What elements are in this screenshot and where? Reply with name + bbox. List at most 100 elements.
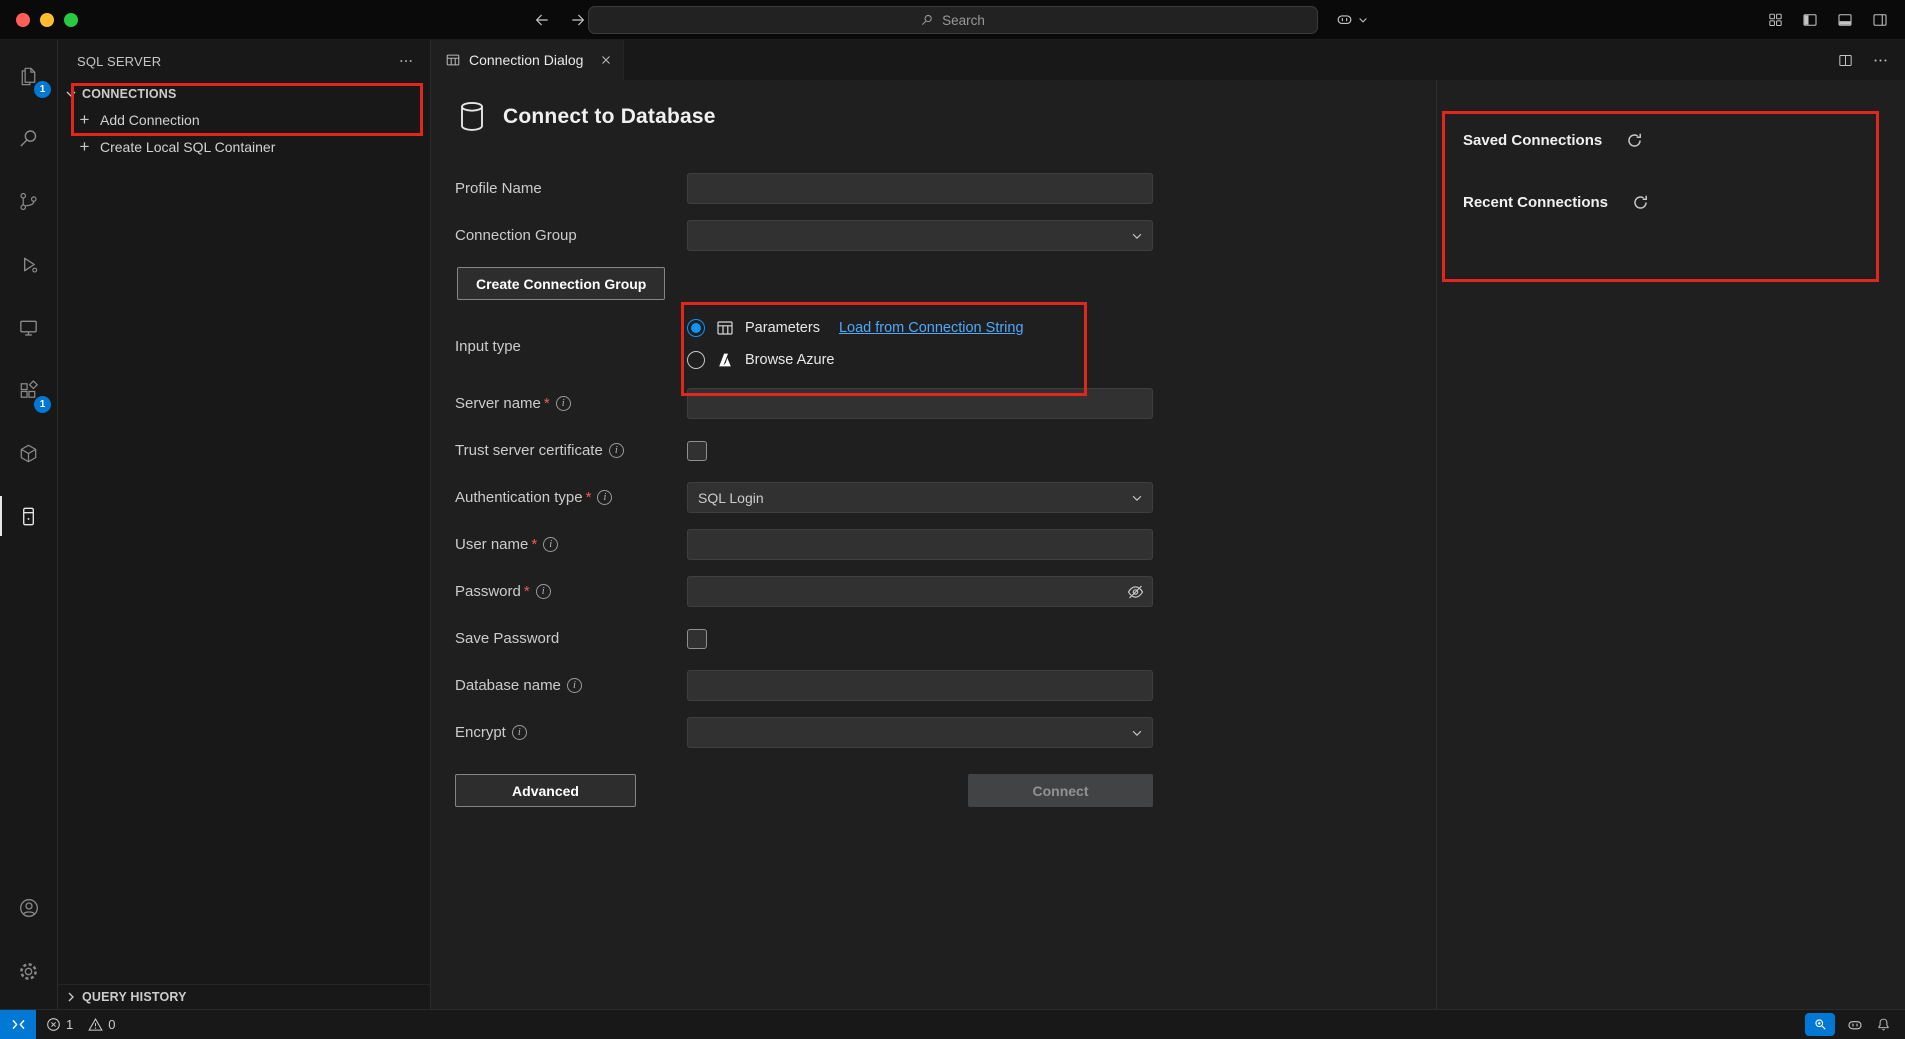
input-type-label: Input type (455, 334, 687, 355)
profile-name-input[interactable] (687, 173, 1153, 204)
info-icon[interactable]: i (597, 490, 612, 505)
create-connection-group-button[interactable]: Create Connection Group (457, 267, 665, 300)
activity-item-accounts[interactable] (0, 883, 57, 933)
plus-icon: + (78, 138, 91, 155)
required-marker: * (531, 536, 537, 553)
advanced-button[interactable]: Advanced (455, 774, 636, 807)
remote-indicator[interactable] (0, 1010, 36, 1039)
package-cube-icon (17, 442, 40, 465)
activity-item-sql-server[interactable] (0, 491, 57, 541)
forward-arrow-icon[interactable] (569, 11, 587, 29)
refresh-icon[interactable] (1632, 194, 1649, 211)
saved-connections-header: Saved Connections (1463, 132, 1602, 149)
activity-item-containers[interactable] (0, 428, 57, 478)
section-header-query-history[interactable]: QUERY HISTORY (58, 985, 430, 1009)
info-icon[interactable]: i (512, 725, 527, 740)
info-icon[interactable]: i (556, 396, 571, 411)
required-marker: * (544, 395, 550, 412)
toggle-primary-sidebar-icon[interactable] (1801, 11, 1819, 29)
close-window-button[interactable] (16, 13, 30, 27)
server-name-label: Server name* i (455, 395, 687, 412)
connection-form: Profile Name Connection Group (455, 173, 1436, 807)
error-icon (46, 1017, 61, 1032)
problems-indicator[interactable]: 1 0 (46, 1017, 115, 1032)
activity-item-explorer[interactable]: 1 (0, 50, 57, 100)
warning-count: 0 (108, 1017, 115, 1032)
activity-item-search[interactable] (0, 113, 57, 163)
browse-azure-radio[interactable] (687, 351, 705, 369)
activity-item-source-control[interactable] (0, 176, 57, 226)
parameters-radio-label[interactable]: Parameters (745, 320, 820, 336)
zoom-status-button[interactable] (1805, 1013, 1835, 1036)
trust-server-certificate-checkbox[interactable] (687, 441, 707, 461)
bell-icon[interactable] (1875, 1016, 1892, 1033)
zoom-window-button[interactable] (64, 13, 78, 27)
trust-server-certificate-label: Trust server certificate i (455, 442, 687, 459)
command-center-search[interactable]: Search (588, 6, 1318, 34)
tree-item-create-local-sql-container[interactable]: + Create Local SQL Container (58, 133, 430, 160)
eye-off-icon[interactable] (1126, 582, 1145, 601)
back-arrow-icon[interactable] (533, 11, 551, 29)
info-icon[interactable]: i (567, 678, 582, 693)
tab-label: Connection Dialog (469, 52, 583, 68)
toggle-panel-icon[interactable] (1836, 11, 1854, 29)
database-name-input[interactable] (687, 670, 1153, 701)
activity-item-extensions[interactable]: 1 (0, 365, 57, 415)
activity-item-remote-explorer[interactable] (0, 302, 57, 352)
more-actions-icon[interactable] (1872, 52, 1889, 69)
copilot-icon (1335, 10, 1354, 29)
zoom-in-icon (1813, 1017, 1828, 1032)
sidebar-sql-server: SQL SERVER CONNECTIONS + Add Connection … (58, 40, 431, 1009)
chevron-down-icon (1357, 14, 1369, 26)
browse-azure-radio-label[interactable]: Browse Azure (745, 352, 834, 368)
connect-button[interactable]: Connect (968, 774, 1153, 807)
warning-icon (88, 1017, 103, 1032)
plus-icon: + (78, 111, 91, 128)
save-password-label: Save Password (455, 630, 687, 647)
authentication-type-select[interactable]: SQL Login (687, 482, 1153, 513)
password-input[interactable] (687, 576, 1153, 607)
activity-item-run-debug[interactable] (0, 239, 57, 289)
connection-group-select[interactable] (687, 220, 1153, 251)
server-name-input[interactable] (687, 388, 1153, 419)
save-password-checkbox[interactable] (687, 629, 707, 649)
window-controls (16, 13, 78, 27)
activity-item-settings[interactable] (0, 946, 57, 996)
customize-layout-icon[interactable] (1767, 11, 1784, 28)
page-title: Connect to Database (503, 105, 716, 129)
authentication-type-label: Authentication type* i (455, 489, 687, 506)
explorer-badge: 1 (34, 81, 51, 98)
status-bar: 1 0 (0, 1009, 1905, 1039)
info-icon[interactable]: i (543, 537, 558, 552)
search-icon (920, 13, 934, 27)
parameters-table-icon (716, 319, 734, 337)
editor-group: Connection Dialog (431, 40, 1905, 1009)
recent-connections-header: Recent Connections (1463, 194, 1608, 211)
encrypt-label: Encrypt i (455, 724, 687, 741)
split-editor-icon[interactable] (1837, 52, 1854, 69)
connection-dialog-tab-icon (445, 52, 461, 68)
parameters-radio[interactable] (687, 319, 705, 337)
more-actions-icon[interactable] (398, 53, 414, 69)
connections-side-panel: Saved Connections Recent Connections (1436, 80, 1905, 1009)
tree-item-add-connection[interactable]: + Add Connection (58, 106, 430, 133)
copilot-menu-button[interactable] (1335, 0, 1369, 39)
close-icon[interactable] (599, 53, 613, 67)
info-icon[interactable]: i (536, 584, 551, 599)
section-header-connections[interactable]: CONNECTIONS (58, 82, 430, 106)
annotation-box-input-type (681, 302, 1087, 396)
toggle-secondary-sidebar-icon[interactable] (1871, 11, 1889, 29)
tab-connection-dialog[interactable]: Connection Dialog (431, 40, 624, 80)
encrypt-select[interactable] (687, 717, 1153, 748)
search-label: Search (942, 13, 985, 28)
info-icon[interactable]: i (609, 443, 624, 458)
refresh-icon[interactable] (1626, 132, 1643, 149)
copilot-icon[interactable] (1846, 1016, 1864, 1034)
extensions-badge: 1 (34, 396, 51, 413)
database-icon (457, 100, 487, 133)
user-name-input[interactable] (687, 529, 1153, 560)
minimize-window-button[interactable] (40, 13, 54, 27)
load-from-connection-string-link[interactable]: Load from Connection String (839, 320, 1024, 336)
required-marker: * (586, 489, 592, 506)
azure-icon (716, 351, 734, 369)
